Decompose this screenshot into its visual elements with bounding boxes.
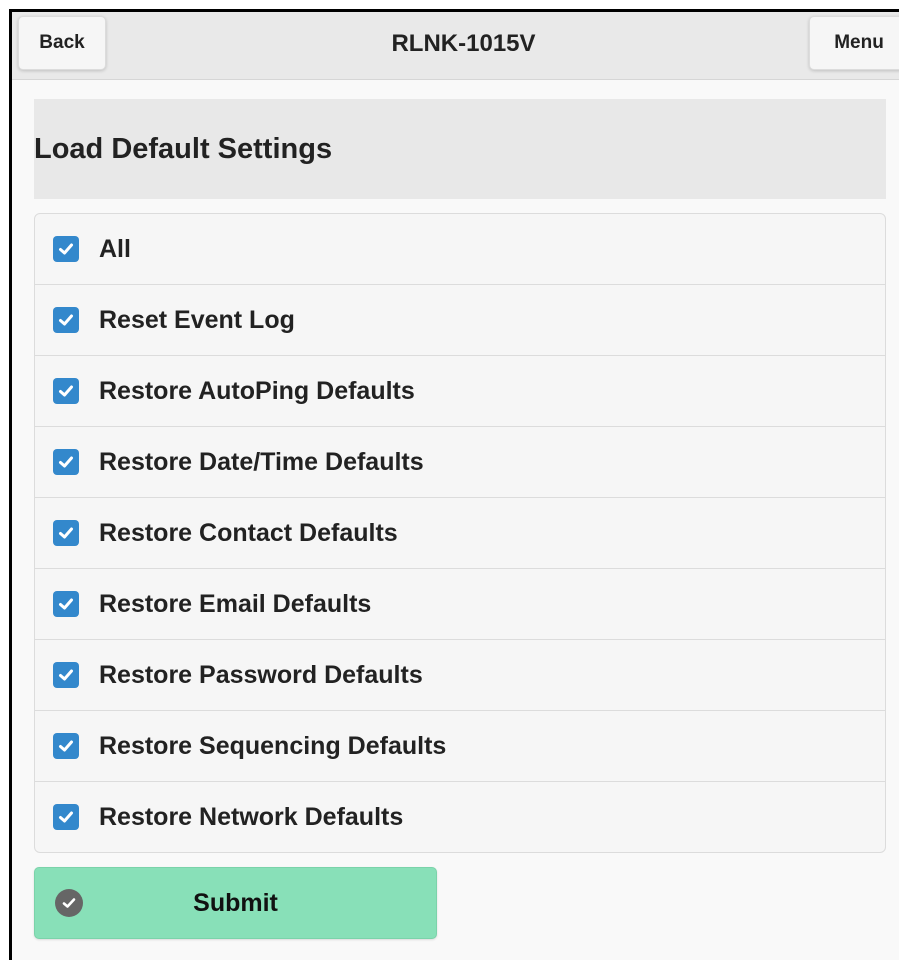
options-list: All Reset Event Log Restore AutoPing Def…	[34, 213, 886, 853]
option-restore-email[interactable]: Restore Email Defaults	[35, 569, 885, 640]
header-bar: RLNK-1015V Back Menu	[12, 12, 899, 80]
option-restore-sequencing[interactable]: Restore Sequencing Defaults	[35, 711, 885, 782]
submit-label: Submit	[193, 888, 278, 917]
checkbox-checked-icon[interactable]	[53, 449, 79, 475]
option-label: Reset Event Log	[99, 305, 295, 334]
option-label: Restore Contact Defaults	[99, 518, 398, 547]
option-restore-password[interactable]: Restore Password Defaults	[35, 640, 885, 711]
submit-button[interactable]: Submit	[34, 867, 437, 939]
option-label: Restore AutoPing Defaults	[99, 376, 415, 405]
app-frame: RLNK-1015V Back Menu Load Default Settin…	[9, 9, 899, 960]
checkbox-checked-icon[interactable]	[53, 307, 79, 333]
checkbox-checked-icon[interactable]	[53, 236, 79, 262]
checkbox-checked-icon[interactable]	[53, 733, 79, 759]
checkbox-checked-icon[interactable]	[53, 378, 79, 404]
option-label: Restore Password Defaults	[99, 660, 423, 689]
checkbox-checked-icon[interactable]	[53, 662, 79, 688]
option-label: Restore Date/Time Defaults	[99, 447, 424, 476]
option-label: Restore Email Defaults	[99, 589, 372, 618]
checkbox-checked-icon[interactable]	[53, 520, 79, 546]
option-restore-autoping[interactable]: Restore AutoPing Defaults	[35, 356, 885, 427]
section-heading: Load Default Settings	[34, 99, 886, 199]
option-restore-contact[interactable]: Restore Contact Defaults	[35, 498, 885, 569]
page-title: RLNK-1015V	[391, 30, 536, 57]
option-label: All	[99, 234, 131, 263]
option-reset-event-log[interactable]: Reset Event Log	[35, 285, 885, 356]
back-button[interactable]: Back	[18, 16, 106, 70]
option-label: Restore Network Defaults	[99, 802, 404, 831]
checkbox-checked-icon[interactable]	[53, 591, 79, 617]
option-all[interactable]: All	[35, 214, 885, 285]
option-restore-network[interactable]: Restore Network Defaults	[35, 782, 885, 852]
menu-button[interactable]: Menu	[809, 16, 899, 70]
option-restore-datetime[interactable]: Restore Date/Time Defaults	[35, 427, 885, 498]
option-label: Restore Sequencing Defaults	[99, 731, 447, 760]
checkbox-checked-icon[interactable]	[53, 804, 79, 830]
